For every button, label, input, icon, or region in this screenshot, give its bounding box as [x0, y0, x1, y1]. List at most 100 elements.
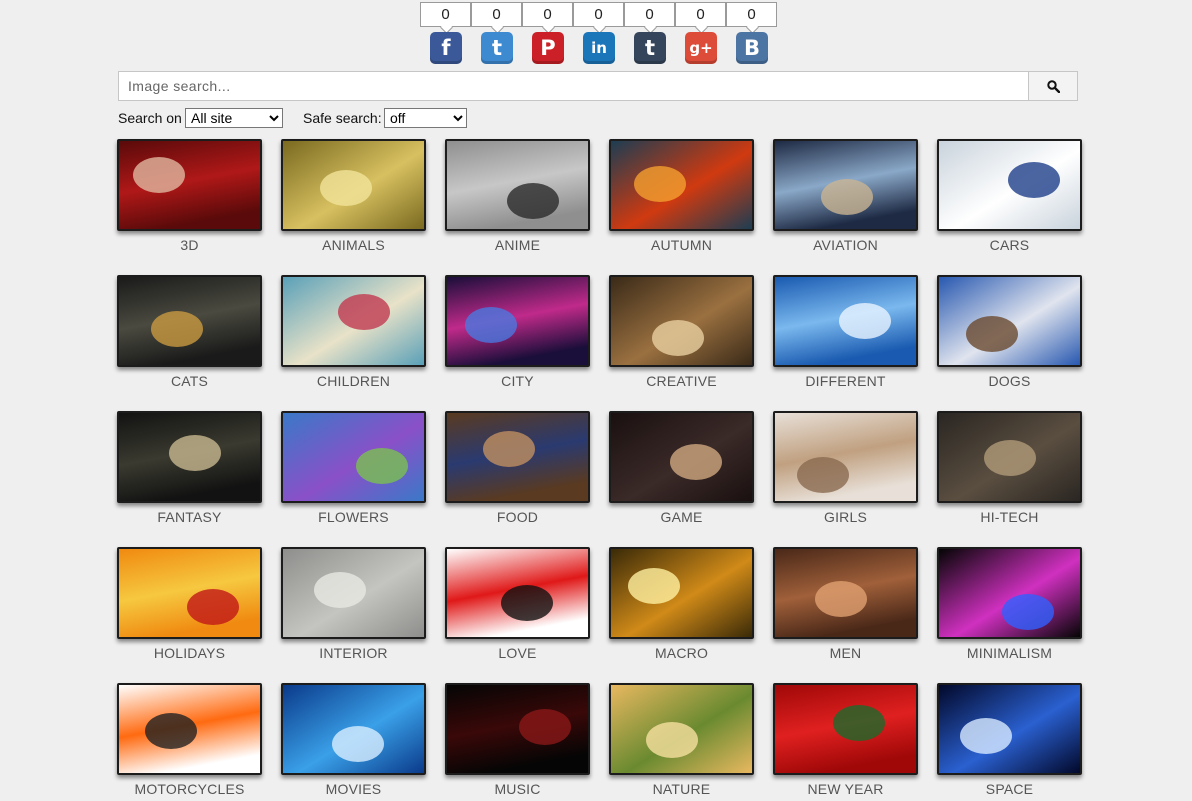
category-thumbnail[interactable]: [609, 683, 754, 775]
category-tile-motorcycles[interactable]: MOTORCYCLES: [117, 683, 262, 801]
category-tile-different[interactable]: DIFFERENT: [773, 275, 918, 393]
category-tile-autumn[interactable]: AUTUMN: [609, 139, 754, 257]
category-tile-minimalism[interactable]: MINIMALISM: [937, 547, 1082, 665]
category-tile-love[interactable]: LOVE: [445, 547, 590, 665]
category-label[interactable]: GIRLS: [773, 509, 918, 525]
category-thumbnail[interactable]: [445, 547, 590, 639]
safe-search-select[interactable]: off: [384, 108, 467, 128]
tumblr-share-button[interactable]: t: [634, 32, 666, 64]
category-label[interactable]: 3D: [117, 237, 262, 253]
twitter-share-button[interactable]: t: [481, 32, 513, 64]
category-label[interactable]: DIFFERENT: [773, 373, 918, 389]
category-label[interactable]: MUSIC: [445, 781, 590, 797]
search-button[interactable]: [1028, 71, 1078, 101]
category-thumbnail[interactable]: [609, 547, 754, 639]
category-label[interactable]: INTERIOR: [281, 645, 426, 661]
category-tile-flowers[interactable]: FLOWERS: [281, 411, 426, 529]
category-thumbnail[interactable]: [281, 683, 426, 775]
category-tile-macro[interactable]: MACRO: [609, 547, 754, 665]
category-tile-music[interactable]: MUSIC: [445, 683, 590, 801]
category-label[interactable]: CHILDREN: [281, 373, 426, 389]
category-label[interactable]: GAME: [609, 509, 754, 525]
category-tile-interior[interactable]: INTERIOR: [281, 547, 426, 665]
category-thumbnail[interactable]: [445, 683, 590, 775]
category-thumbnail[interactable]: [281, 139, 426, 231]
category-label[interactable]: FLOWERS: [281, 509, 426, 525]
category-tile-holidays[interactable]: HOLIDAYS: [117, 547, 262, 665]
pinterest-share-button[interactable]: P: [532, 32, 564, 64]
category-label[interactable]: CITY: [445, 373, 590, 389]
category-thumbnail[interactable]: [117, 547, 262, 639]
category-tile-nature[interactable]: NATURE: [609, 683, 754, 801]
category-thumbnail[interactable]: [281, 411, 426, 503]
category-label[interactable]: CATS: [117, 373, 262, 389]
category-thumbnail[interactable]: [609, 139, 754, 231]
category-thumbnail[interactable]: [117, 683, 262, 775]
linkedin-share-button[interactable]: in: [583, 32, 615, 64]
category-tile-city[interactable]: CITY: [445, 275, 590, 393]
category-label[interactable]: CREATIVE: [609, 373, 754, 389]
category-thumbnail[interactable]: [773, 275, 918, 367]
category-label[interactable]: NEW YEAR: [773, 781, 918, 797]
category-thumbnail[interactable]: [937, 275, 1082, 367]
category-thumbnail[interactable]: [937, 411, 1082, 503]
category-thumbnail[interactable]: [773, 547, 918, 639]
category-label[interactable]: FOOD: [445, 509, 590, 525]
category-thumbnail[interactable]: [445, 139, 590, 231]
category-thumbnail[interactable]: [937, 683, 1082, 775]
category-label[interactable]: AVIATION: [773, 237, 918, 253]
category-tile-space[interactable]: SPACE: [937, 683, 1082, 801]
category-thumbnail[interactable]: [609, 275, 754, 367]
category-label[interactable]: NATURE: [609, 781, 754, 797]
category-label[interactable]: SPACE: [937, 781, 1082, 797]
category-label[interactable]: MINIMALISM: [937, 645, 1082, 661]
category-tile-movies[interactable]: MOVIES: [281, 683, 426, 801]
category-label[interactable]: MOVIES: [281, 781, 426, 797]
category-label[interactable]: HOLIDAYS: [117, 645, 262, 661]
category-tile-dogs[interactable]: DOGS: [937, 275, 1082, 393]
category-tile-cars[interactable]: CARS: [937, 139, 1082, 257]
category-thumbnail[interactable]: [445, 275, 590, 367]
category-thumbnail[interactable]: [773, 683, 918, 775]
category-label[interactable]: MEN: [773, 645, 918, 661]
category-tile-hi-tech[interactable]: HI-TECH: [937, 411, 1082, 529]
category-tile-new-year[interactable]: NEW YEAR: [773, 683, 918, 801]
search-input[interactable]: [118, 71, 1029, 101]
category-thumbnail[interactable]: [117, 411, 262, 503]
category-tile-creative[interactable]: CREATIVE: [609, 275, 754, 393]
category-tile-anime[interactable]: ANIME: [445, 139, 590, 257]
category-thumbnail[interactable]: [773, 411, 918, 503]
search-on-select[interactable]: All site: [185, 108, 283, 128]
category-label[interactable]: ANIME: [445, 237, 590, 253]
category-label[interactable]: MACRO: [609, 645, 754, 661]
category-label[interactable]: LOVE: [445, 645, 590, 661]
category-label[interactable]: CARS: [937, 237, 1082, 253]
category-label[interactable]: HI-TECH: [937, 509, 1082, 525]
category-thumbnail[interactable]: [117, 139, 262, 231]
category-thumbnail[interactable]: [281, 547, 426, 639]
category-label[interactable]: FANTASY: [117, 509, 262, 525]
category-tile-children[interactable]: CHILDREN: [281, 275, 426, 393]
category-label[interactable]: MOTORCYCLES: [117, 781, 262, 797]
category-tile-cats[interactable]: CATS: [117, 275, 262, 393]
category-tile-aviation[interactable]: AVIATION: [773, 139, 918, 257]
category-tile-animals[interactable]: ANIMALS: [281, 139, 426, 257]
category-tile-food[interactable]: FOOD: [445, 411, 590, 529]
facebook-share-button[interactable]: f: [430, 32, 462, 64]
category-thumbnail[interactable]: [937, 139, 1082, 231]
category-thumbnail[interactable]: [445, 411, 590, 503]
category-tile-3d[interactable]: 3D: [117, 139, 262, 257]
category-thumbnail[interactable]: [281, 275, 426, 367]
category-label[interactable]: ANIMALS: [281, 237, 426, 253]
vkontakte-share-button[interactable]: B: [736, 32, 768, 64]
category-label[interactable]: AUTUMN: [609, 237, 754, 253]
category-tile-fantasy[interactable]: FANTASY: [117, 411, 262, 529]
category-thumbnail[interactable]: [609, 411, 754, 503]
category-tile-game[interactable]: GAME: [609, 411, 754, 529]
googleplus-share-button[interactable]: g+: [685, 32, 717, 64]
category-thumbnail[interactable]: [117, 275, 262, 367]
category-label[interactable]: DOGS: [937, 373, 1082, 389]
category-tile-girls[interactable]: GIRLS: [773, 411, 918, 529]
category-thumbnail[interactable]: [937, 547, 1082, 639]
category-thumbnail[interactable]: [773, 139, 918, 231]
